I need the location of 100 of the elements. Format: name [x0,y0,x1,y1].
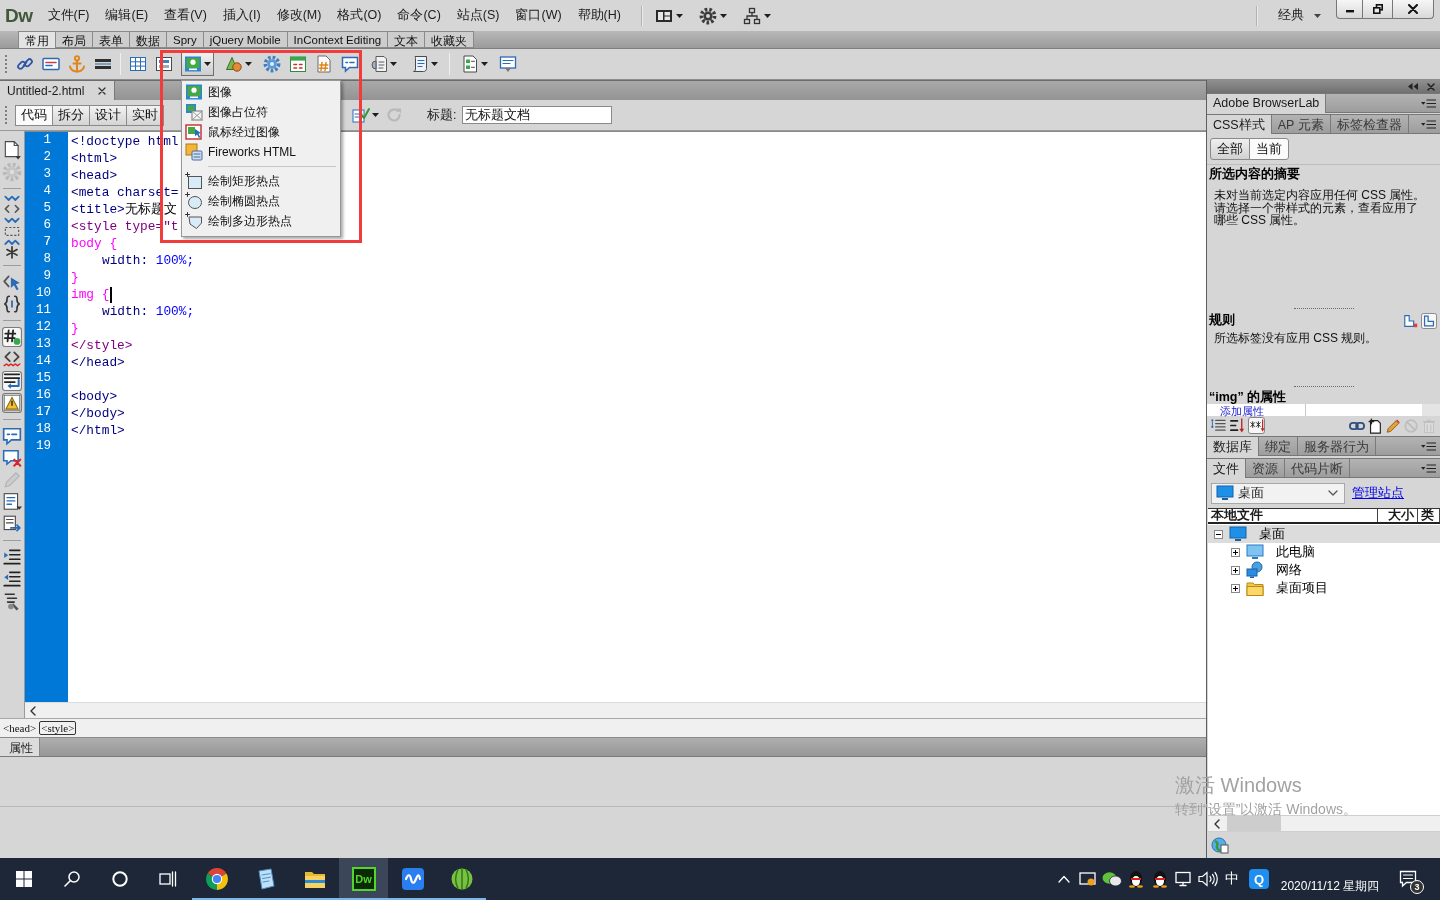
move-css-icon[interactable] [2,514,22,534]
tree-item[interactable]: 网络 [1208,561,1440,579]
close-icon[interactable] [1427,82,1435,91]
new-rule-icon[interactable] [1367,417,1383,434]
menu-item[interactable]: 绘制矩形热点 [182,171,340,191]
insert-tab[interactable]: 文本 [387,31,426,48]
panel-tab[interactable]: 标签检查器 [1330,115,1409,133]
grip-handle[interactable] [4,105,8,125]
panel-menu-icon[interactable] [1421,441,1436,451]
chevron-left-icon[interactable] [1214,818,1220,829]
collapse-tag-icon[interactable] [2,195,22,215]
calendar-icon[interactable] [289,55,307,73]
speaker-icon[interactable] [1198,871,1218,887]
menu-item[interactable]: 图像占位符 [182,102,340,122]
close-icon[interactable] [98,86,107,95]
menu-item[interactable]: 命令(C) [389,5,449,26]
notification-icon[interactable] [1399,870,1417,888]
menu-item[interactable]: 窗口(W) [507,5,570,26]
panel-tab[interactable]: 绑定 [1259,437,1298,455]
media-icon[interactable] [225,55,243,73]
minimize-button[interactable] [1336,0,1363,19]
word-wrap-icon[interactable] [2,371,22,391]
document-tab[interactable]: Untitled-2.html [0,81,116,100]
column-header[interactable]: 本地文件 [1208,509,1378,522]
view-button[interactable]: 拆分 [52,104,90,126]
globe-icon[interactable] [1211,836,1229,854]
panel-tab[interactable]: 服务器行为 [1298,437,1376,455]
line-numbers-icon[interactable] [2,327,22,347]
collapse-icon[interactable] [1214,529,1223,539]
sort-icon[interactable] [1229,417,1246,434]
invalid-code-icon[interactable] [2,349,22,369]
mode-button[interactable]: 全部 [1210,138,1250,160]
column-header[interactable]: 大小 [1378,509,1418,522]
menu-item[interactable]: 编辑(E) [97,5,157,26]
search-icon[interactable] [64,871,80,887]
template-icon[interactable] [461,55,479,73]
chain-link-icon[interactable] [16,55,34,73]
menu-item[interactable]: 查看(V) [156,5,215,26]
caret-icon[interactable] [675,13,683,18]
clock-date[interactable]: 2020/11/12 星期四 [1280,878,1380,895]
menu-item[interactable]: 插入(I) [214,5,269,26]
category-list-icon[interactable] [1210,417,1227,434]
envelope-icon[interactable] [42,55,60,73]
info-view-icon[interactable] [1421,312,1437,329]
speech-bubble-icon[interactable] [2,426,22,446]
gear-icon[interactable] [263,55,281,73]
panel-tab[interactable]: AP 元素 [1271,115,1331,133]
grip-handle[interactable] [4,54,8,74]
caret-icon[interactable] [204,62,211,66]
tag-selector-item[interactable]: <style> [39,721,77,735]
head-document-icon[interactable] [370,55,388,73]
task-view-icon[interactable] [159,871,177,887]
panel-tab[interactable]: 资源 [1246,459,1285,477]
insert-tab[interactable]: 布局 [55,31,93,48]
set-properties-icon[interactable] [1248,417,1265,434]
validate-page-icon[interactable] [352,106,370,124]
horizontal-scrollbar[interactable] [1208,815,1440,832]
circle-icon[interactable] [112,871,128,887]
warning-icon[interactable] [2,393,22,413]
outdent-icon[interactable] [2,569,22,589]
caret-icon[interactable] [481,62,488,66]
hash-document-icon[interactable] [315,55,333,73]
sitemap-icon[interactable] [742,6,761,25]
mode-button[interactable]: 当前 [1249,138,1289,160]
scrollbar-thumb[interactable] [1227,816,1281,831]
title-input[interactable]: 无标题文档 [462,106,613,124]
collapse-selection-icon[interactable] [2,217,22,237]
settings-icon[interactable] [698,6,717,25]
manage-sites-link[interactable]: 管理站点 [1352,484,1404,502]
add-property-link[interactable]: 添加属性 [1220,405,1264,417]
menu-item[interactable]: 图像 [182,82,340,102]
script-icon[interactable] [411,55,429,73]
caret-icon[interactable] [390,62,397,66]
restore-button[interactable] [1362,0,1393,19]
insert-tab[interactable]: 收藏夹 [424,31,475,48]
panel-tab[interactable]: CSS样式 [1207,115,1272,134]
menu-item[interactable]: 格式(O) [329,5,390,26]
panel-tab[interactable]: Adobe BrowserLab [1207,94,1327,113]
panel-tab[interactable]: 属性 [0,738,40,756]
panel-menu-icon[interactable] [1421,463,1436,473]
workspace-switcher[interactable]: 经典 [1270,7,1329,24]
menu-item[interactable]: Fireworks HTML [182,142,340,162]
menu-item[interactable]: 站点(S) [448,5,508,26]
chat-bubbles-icon[interactable] [1102,871,1122,887]
screen-icon[interactable] [1079,871,1097,887]
penguin-icon[interactable] [1152,870,1168,888]
close-button[interactable] [1392,0,1434,19]
menu-item[interactable]: 绘制椭圆热点 [182,191,340,211]
tree-item[interactable]: 此电脑 [1208,543,1440,561]
braces-icon[interactable] [2,294,22,314]
double-arrow-icon[interactable] [1408,83,1418,90]
chevron-left-icon[interactable] [30,705,36,716]
insert-tab[interactable]: Spry [166,31,204,48]
menu-item[interactable]: 绘制多边形热点 [182,211,340,231]
table-icon[interactable] [129,55,147,73]
taskbar-button[interactable]: Dw [339,858,388,900]
insert-tab[interactable]: jQuery Mobile [202,31,288,48]
column-header[interactable]: 类 [1418,509,1440,522]
indent-icon[interactable] [2,547,22,567]
panel-menu-icon[interactable] [1421,119,1436,129]
